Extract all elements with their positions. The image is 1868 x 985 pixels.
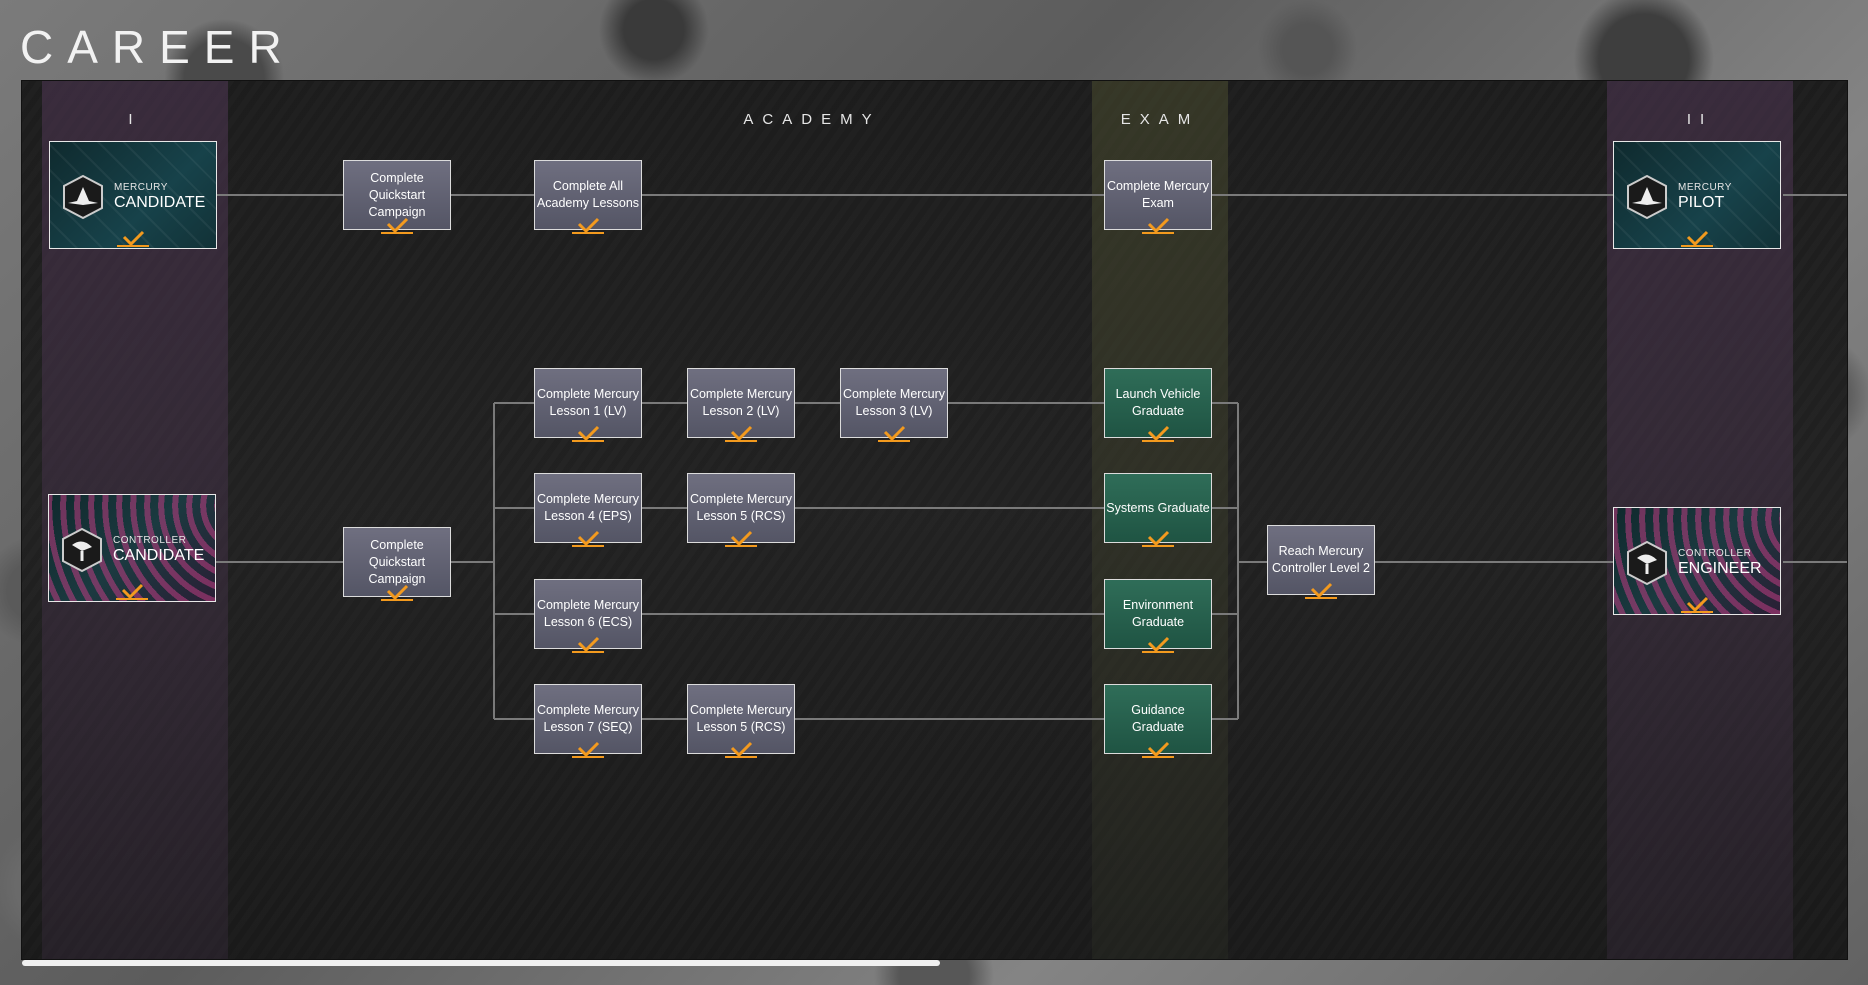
rank-title: PILOT xyxy=(1678,194,1725,211)
satellite-dish-emblem-icon xyxy=(1627,540,1667,586)
mercury-emblem-icon xyxy=(63,174,103,220)
rank-category: CONTROLLER xyxy=(113,535,187,546)
node-environment-graduate[interactable]: Environment Graduate xyxy=(1104,579,1212,653)
node-label: Complete Mercury Lesson 1 (LV) xyxy=(536,387,640,418)
node-systems-graduate[interactable]: Systems Graduate xyxy=(1104,473,1212,547)
node-label: Guidance Graduate xyxy=(1131,703,1185,734)
rank-card-mercury-candidate[interactable]: MERCURY CANDIDATE xyxy=(49,141,217,249)
rank-title: CANDIDATE xyxy=(113,547,205,564)
node-lesson-1[interactable]: Complete Mercury Lesson 1 (LV) xyxy=(534,368,642,442)
node-label: Complete Quickstart Campaign xyxy=(368,537,426,586)
rank-title: CANDIDATE xyxy=(114,194,206,211)
node-launch-vehicle-graduate[interactable]: Launch Vehicle Graduate xyxy=(1104,368,1212,442)
checkmark-icon xyxy=(116,583,148,600)
horizontal-scrollbar[interactable] xyxy=(22,960,940,966)
connection-lines xyxy=(214,194,1847,720)
node-lesson-5-eps-branch[interactable]: Complete Mercury Lesson 5 (RCS) xyxy=(687,473,795,547)
rank-category: MERCURY xyxy=(114,182,168,193)
rank-category: CONTROLLER xyxy=(1678,548,1752,559)
node-lesson-6[interactable]: Complete Mercury Lesson 6 (ECS) xyxy=(534,579,642,653)
node-label: Reach Mercury Controller Level 2 xyxy=(1272,544,1370,575)
node-mercury-exam[interactable]: Complete Mercury Exam xyxy=(1104,160,1212,234)
rank-card-controller-candidate[interactable]: CONTROLLER CANDIDATE xyxy=(48,494,216,602)
node-label: Complete Mercury Lesson 5 (RCS) xyxy=(689,703,793,734)
mercury-emblem-icon xyxy=(1627,174,1667,220)
node-lesson-4[interactable]: Complete Mercury Lesson 4 (EPS) xyxy=(534,473,642,547)
node-quickstart-mercury[interactable]: Complete Quickstart Campaign xyxy=(343,160,451,234)
node-lesson-2[interactable]: Complete Mercury Lesson 2 (LV) xyxy=(687,368,795,442)
node-lesson-7[interactable]: Complete Mercury Lesson 7 (SEQ) xyxy=(534,684,642,758)
node-controller-level-2[interactable]: Reach Mercury Controller Level 2 xyxy=(1267,525,1375,599)
checkmark-icon xyxy=(117,230,149,247)
node-all-academy-lessons[interactable]: Complete All Academy Lessons xyxy=(534,160,642,234)
rank-title: ENGINEER xyxy=(1678,560,1762,577)
node-label: Complete All Academy Lessons xyxy=(536,179,640,210)
node-label: Complete Mercury Lesson 5 (RCS) xyxy=(689,492,793,523)
node-label: Complete Quickstart Campaign xyxy=(368,170,426,219)
career-tree-panel[interactable]: I ACADEMY EXAM II MERCURY CANDIDATE CONT… xyxy=(22,81,1847,959)
node-label: Complete Mercury Lesson 2 (LV) xyxy=(689,387,793,418)
rank-card-controller-engineer[interactable]: CONTROLLER ENGINEER xyxy=(1613,507,1781,615)
checkmark-icon xyxy=(1681,596,1713,613)
node-label: Complete Mercury Exam xyxy=(1106,179,1210,210)
node-label: Systems Graduate xyxy=(1106,500,1210,515)
node-label: Environment Graduate xyxy=(1122,598,1194,629)
node-label: Complete Mercury Lesson 6 (ECS) xyxy=(536,598,640,629)
node-label: Complete Mercury Lesson 7 (SEQ) xyxy=(536,703,640,734)
node-label: Launch Vehicle Graduate xyxy=(1115,387,1201,418)
node-label: Complete Mercury Lesson 4 (EPS) xyxy=(536,492,640,523)
page-title: CAREER xyxy=(20,21,296,73)
node-label: Complete Mercury Lesson 3 (LV) xyxy=(842,387,946,418)
node-guidance-graduate[interactable]: Guidance Graduate xyxy=(1104,684,1212,758)
rank-category: MERCURY xyxy=(1678,182,1732,193)
rank-card-mercury-pilot[interactable]: MERCURY PILOT xyxy=(1613,141,1781,249)
node-lesson-5-seq-branch[interactable]: Complete Mercury Lesson 5 (RCS) xyxy=(687,684,795,758)
node-quickstart-controller[interactable]: Complete Quickstart Campaign xyxy=(343,527,451,601)
node-lesson-3[interactable]: Complete Mercury Lesson 3 (LV) xyxy=(840,368,948,442)
satellite-dish-emblem-icon xyxy=(62,527,102,573)
checkmark-icon xyxy=(1681,230,1713,247)
